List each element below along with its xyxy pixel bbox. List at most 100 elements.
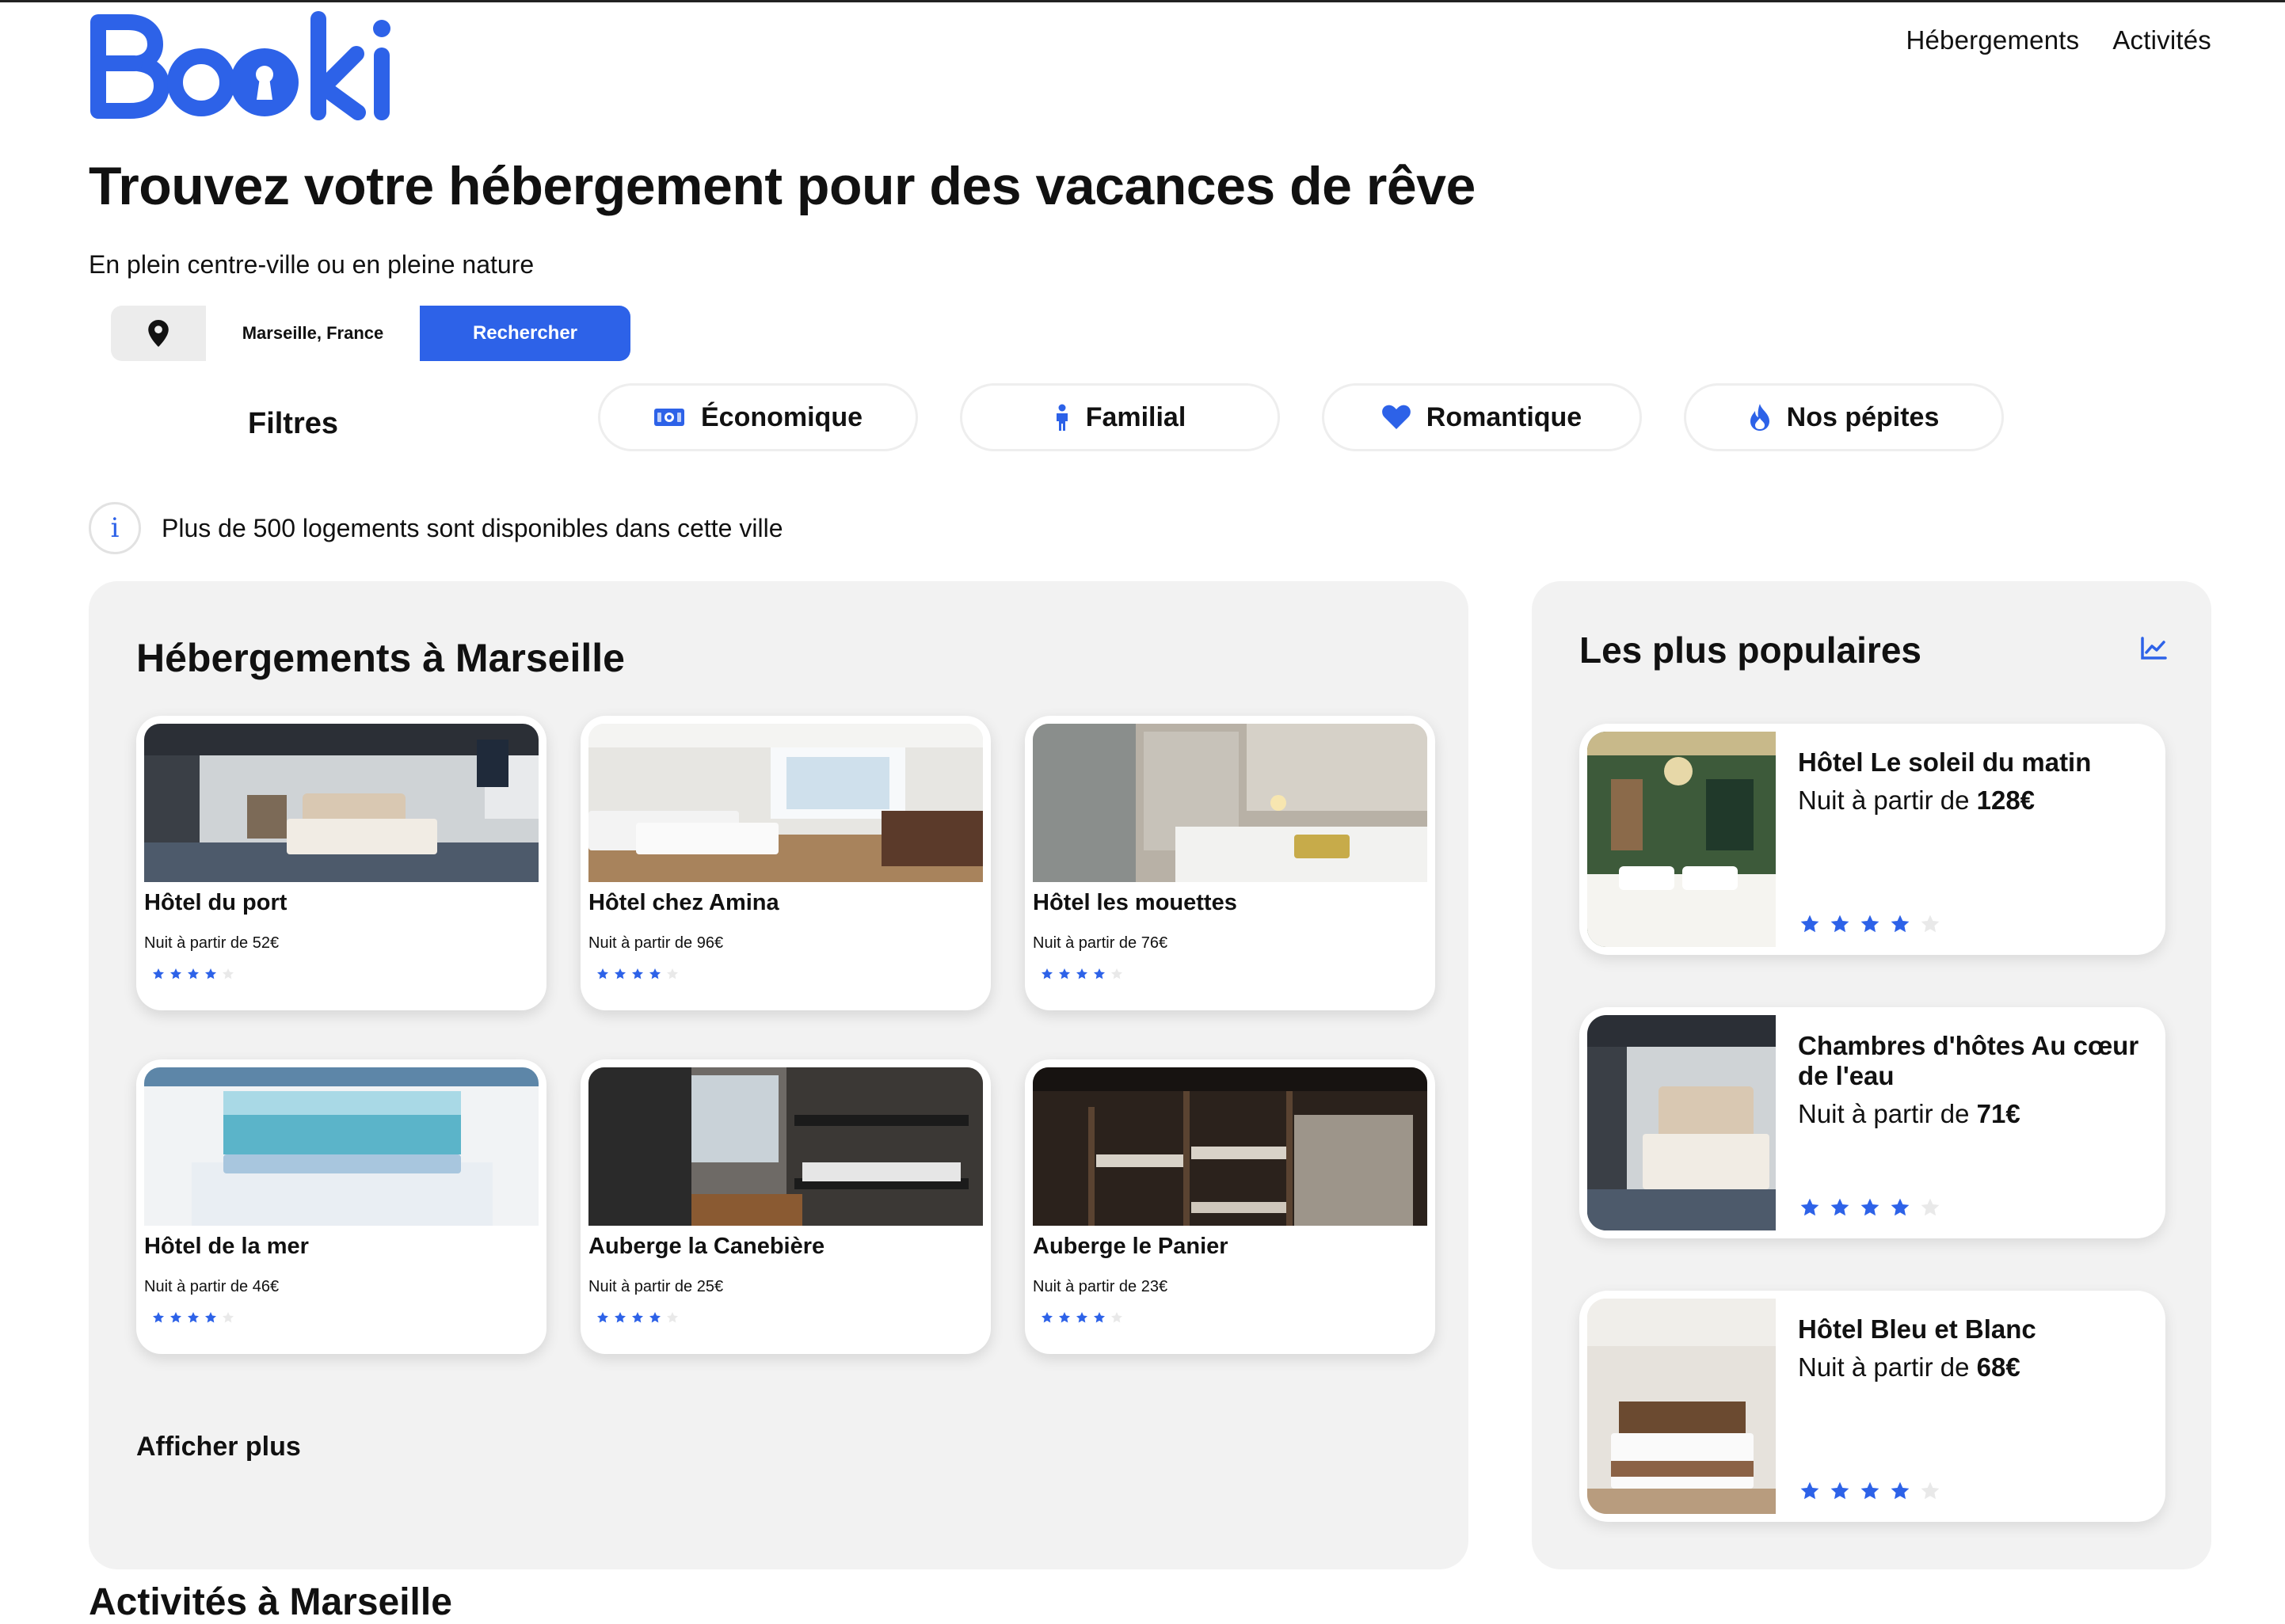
star-filled-icon	[170, 1312, 181, 1323]
star-filled-icon	[1076, 968, 1087, 979]
lodging-card[interactable]: Hôtel de la mer Nuit à partir de 46€	[136, 1059, 546, 1354]
filters-label: Filtres	[247, 407, 339, 440]
popular-name: Hôtel Bleu et Blanc	[1798, 1314, 2036, 1344]
lodging-name: Hôtel de la mer	[144, 1234, 309, 1259]
star-filled-icon	[188, 1312, 199, 1323]
popular-card[interactable]: Chambres d'hôtes Au cœur de l'eau Nuit à…	[1579, 1007, 2165, 1238]
nav-hebergements[interactable]: Hébergements	[1906, 25, 2079, 55]
rating-stars	[1041, 968, 1123, 980]
filter-familial[interactable]: Familial	[960, 383, 1280, 451]
nav-activites[interactable]: Activités	[2112, 25, 2211, 55]
filter-economique[interactable]: Économique	[598, 383, 918, 451]
star-filled-icon	[1094, 1312, 1105, 1323]
lodging-card[interactable]: Hôtel chez Amina Nuit à partir de 96€	[581, 716, 991, 1010]
page-title: Trouvez votre hébergement pour des vacan…	[89, 156, 1476, 216]
info-icon: i	[89, 502, 141, 554]
lodging-card[interactable]: Hôtel les mouettes Nuit à partir de 76€	[1025, 716, 1435, 1010]
filter-romantique[interactable]: Romantique	[1322, 383, 1642, 451]
star-empty-icon	[1111, 968, 1122, 979]
rating-stars	[1799, 914, 1940, 934]
lodging-name: Hôtel du port	[144, 890, 288, 915]
page-subtitle: En plein centre-ville ou en pleine natur…	[89, 250, 535, 279]
star-filled-icon	[597, 1312, 608, 1323]
flame-icon	[1750, 404, 1769, 431]
star-filled-icon	[1891, 1481, 1910, 1500]
star-filled-icon	[1059, 968, 1070, 979]
lodgings-title: Hébergements à Marseille	[136, 636, 625, 680]
popular-name: Chambres d'hôtes Au cœur de l'eau	[1798, 1031, 2139, 1090]
filter-label: Économique	[700, 401, 863, 432]
star-filled-icon	[1830, 915, 1849, 933]
star-filled-icon	[1860, 915, 1879, 933]
star-filled-icon	[1094, 968, 1105, 979]
booki-logo-mark	[90, 11, 390, 120]
star-filled-icon	[615, 968, 626, 979]
star-filled-icon	[1830, 1481, 1849, 1500]
popular-title: Les plus populaires	[1579, 629, 1921, 671]
star-empty-icon	[1111, 1312, 1122, 1323]
lodging-photo	[588, 724, 983, 882]
price-prefix: Nuit à partir de	[1798, 1352, 1977, 1382]
popular-photo	[1587, 1299, 1776, 1514]
star-empty-icon	[667, 1312, 678, 1323]
star-filled-icon	[615, 1312, 626, 1323]
price-value: 71€	[1976, 1099, 2020, 1128]
star-filled-icon	[597, 968, 608, 979]
star-filled-icon	[1059, 1312, 1070, 1323]
rating-stars	[152, 1311, 234, 1324]
trend-chart-icon	[2140, 637, 2167, 664]
lodging-photo	[144, 724, 539, 882]
star-filled-icon	[1042, 1312, 1053, 1323]
search-input[interactable]: Marseille, France	[206, 306, 420, 361]
search-button[interactable]: Rechercher	[420, 306, 630, 361]
star-filled-icon	[1800, 1481, 1819, 1500]
activities-title: Activités à Marseille	[89, 1581, 452, 1623]
lodging-price: Nuit à partir de 96€	[588, 934, 724, 952]
rating-stars	[1799, 1481, 1940, 1501]
popular-price: Nuit à partir de 71€	[1798, 1099, 2020, 1129]
lodging-photo	[1033, 1067, 1427, 1226]
popular-price: Nuit à partir de 128€	[1798, 785, 2035, 816]
lodging-price: Nuit à partir de 25€	[588, 1278, 724, 1295]
filter-nos-pepites[interactable]: Nos pépites	[1684, 383, 2004, 451]
lodging-name: Hôtel les mouettes	[1033, 890, 1237, 915]
booki-logo[interactable]	[89, 11, 398, 130]
star-empty-icon	[667, 968, 678, 979]
filter-label: Nos pépites	[1786, 401, 1940, 432]
price-prefix: Nuit à partir de	[1798, 1099, 1977, 1128]
star-filled-icon	[1830, 1198, 1849, 1216]
lodgings-section: Hébergements à Marseille Hôtel du port N…	[89, 581, 1468, 1569]
heart-icon	[1381, 405, 1411, 429]
lodging-card[interactable]: Hôtel du port Nuit à partir de 52€	[136, 716, 546, 1010]
lodging-price: Nuit à partir de 23€	[1033, 1278, 1168, 1295]
top-border	[0, 0, 2285, 2]
star-empty-icon	[223, 968, 234, 979]
popular-card[interactable]: Hôtel Le soleil du matin Nuit à partir d…	[1579, 724, 2165, 955]
star-filled-icon	[153, 968, 164, 979]
lodging-card[interactable]: Auberge le Panier Nuit à partir de 23€	[1025, 1059, 1435, 1354]
star-empty-icon	[1921, 915, 1940, 933]
star-filled-icon	[649, 968, 661, 979]
lodging-photo	[588, 1067, 983, 1226]
info-text: Plus de 500 logements sont disponibles d…	[162, 513, 783, 542]
star-filled-icon	[1891, 915, 1910, 933]
lodging-price: Nuit à partir de 76€	[1033, 934, 1168, 952]
rating-stars	[596, 1311, 679, 1324]
star-filled-icon	[170, 968, 181, 979]
star-empty-icon	[1921, 1198, 1940, 1216]
star-filled-icon	[205, 968, 216, 979]
rating-stars	[596, 968, 679, 980]
info-banner: i Plus de 500 logements sont disponibles…	[89, 502, 783, 554]
star-filled-icon	[1860, 1481, 1879, 1500]
popular-name: Hôtel Le soleil du matin	[1798, 747, 2092, 777]
rating-stars	[1799, 1197, 1940, 1218]
star-filled-icon	[1800, 915, 1819, 933]
lodging-price: Nuit à partir de 52€	[144, 934, 280, 952]
lodging-card[interactable]: Auberge la Canebière Nuit à partir de 25…	[581, 1059, 991, 1354]
popular-price: Nuit à partir de 68€	[1798, 1352, 2020, 1382]
price-prefix: Nuit à partir de	[1798, 785, 1977, 815]
show-more-link[interactable]: Afficher plus	[136, 1432, 301, 1462]
rating-stars	[152, 968, 234, 980]
popular-card[interactable]: Hôtel Bleu et Blanc Nuit à partir de 68€	[1579, 1291, 2165, 1522]
star-filled-icon	[1800, 1198, 1819, 1216]
